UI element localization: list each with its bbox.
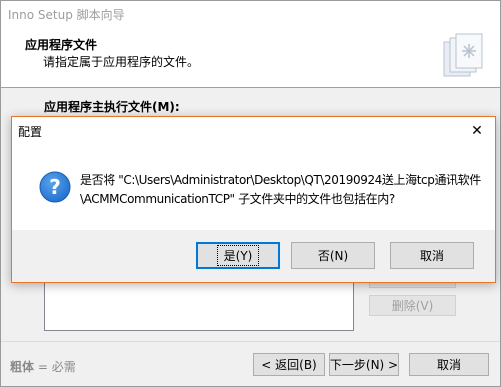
yes-button-label: 是(Y) (216, 245, 260, 266)
required-legend-bold: 粗体 (10, 360, 35, 374)
wizard-cancel-button[interactable]: 取消 (409, 353, 489, 376)
svg-text:?: ? (49, 175, 61, 199)
dialog-title: 配置 (18, 125, 43, 139)
wizard-title: Inno Setup 脚本向导 (8, 8, 125, 22)
wizard-header: 应用程序文件 请指定属于应用程序的文件。 (1, 26, 500, 88)
yes-button[interactable]: 是(Y) (196, 242, 280, 269)
close-icon[interactable]: ✕ (459, 117, 495, 144)
page-title: 应用程序文件 (25, 38, 98, 52)
document-sparkle-icon (443, 33, 483, 77)
no-button[interactable]: 否(N) (291, 242, 375, 269)
dialog-message-line1: 是否将 "C:\Users\Administrator\Desktop\QT\2… (80, 173, 481, 187)
main-exe-label: 应用程序主执行文件(M): (44, 100, 180, 114)
config-dialog: 配置 ✕ ? 是否将 "C:\Users\Administrator\Deskt… (11, 116, 496, 283)
footer-divider (1, 341, 500, 342)
files-listbox[interactable] (44, 279, 354, 331)
next-button[interactable]: 下一步(N) > (329, 353, 399, 376)
wizard-titlebar: Inno Setup 脚本向导 (1, 1, 500, 26)
back-button[interactable]: < 返回(B) (253, 353, 325, 376)
page-subtitle: 请指定属于应用程序的文件。 (43, 55, 200, 69)
remove-button[interactable]: 删除(V) (369, 295, 456, 316)
dialog-body: ? 是否将 "C:\Users\Administrator\Desktop\QT… (12, 144, 495, 230)
required-legend: 粗体 = 必需 (10, 358, 76, 375)
dialog-titlebar: 配置 ✕ (12, 117, 495, 144)
dialog-footer: 是(Y) 否(N) 取消 (12, 230, 495, 282)
dialog-cancel-button[interactable]: 取消 (390, 242, 474, 269)
required-legend-text: = 必需 (37, 360, 76, 374)
question-icon: ? (39, 171, 71, 203)
dialog-message-line2: \ACMMCommunicationTCP" 子文件夹中的文件也包括在内? (80, 192, 395, 206)
